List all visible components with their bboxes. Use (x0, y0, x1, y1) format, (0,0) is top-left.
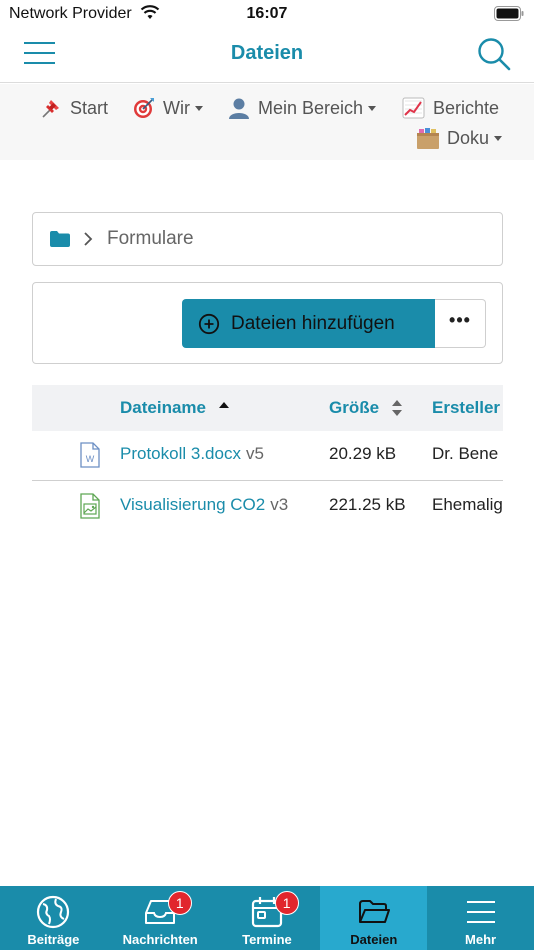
add-files-button[interactable]: Dateien hinzufügen (182, 299, 436, 348)
top-navigation: Dateien (0, 28, 534, 83)
file-name-link[interactable]: Protokoll 3.docx v5 (120, 444, 264, 464)
file-actions: Dateien hinzufügen ••• (32, 282, 503, 364)
tab-mehr[interactable]: Mehr (427, 886, 534, 950)
notification-badge: 1 (274, 891, 299, 915)
chart-icon (402, 97, 425, 119)
tab-dateien[interactable]: Dateien (320, 886, 428, 950)
tab-label: Dateien (350, 932, 398, 947)
menu-icon (466, 901, 495, 923)
user-icon (229, 98, 249, 119)
nav-item-start[interactable]: Start (39, 96, 108, 120)
nav-item-doku[interactable]: Doku (416, 126, 503, 150)
file-version: v5 (245, 444, 264, 463)
more-dots: ••• (449, 310, 471, 330)
more-options-button[interactable]: ••• (435, 299, 486, 348)
table-row[interactable]: Visualisierung CO2 v3 221.25 kB Ehemalig (32, 482, 503, 521)
chevron-down-icon (494, 135, 503, 141)
folder-icon[interactable] (49, 230, 71, 248)
table-header: Dateiname Größe Ersteller (32, 385, 503, 431)
nav-item-wir[interactable]: Wir (132, 96, 203, 120)
word-document-icon: W (80, 442, 100, 468)
column-header-size[interactable]: Größe (329, 398, 403, 418)
clock: 16:07 (246, 5, 288, 22)
tab-termine[interactable]: 1 Termine (214, 886, 321, 950)
target-icon (134, 98, 154, 118)
file-version: v3 (270, 495, 289, 514)
battery-icon (494, 6, 524, 21)
folder-open-icon (358, 900, 390, 923)
sort-icon (392, 400, 403, 416)
file-creator: Ehemalig (432, 495, 503, 514)
globe-icon (37, 895, 70, 929)
tab-label: Termine (242, 932, 292, 947)
chevron-down-icon (194, 105, 203, 111)
file-name-link[interactable]: Visualisierung CO2 v3 (120, 495, 288, 515)
image-file-icon (80, 493, 100, 519)
file-table: Dateiname Größe Ersteller W Protokoll 3.… (32, 385, 503, 521)
page-title: Dateien (230, 42, 304, 64)
nav-item-berichte[interactable]: Berichte (402, 96, 499, 120)
section-navigation: Start Wir Mein Bereich Berichte Doku (0, 84, 534, 160)
file-size: 20.29 kB (329, 444, 397, 463)
plus-circle-icon (198, 313, 220, 334)
svg-text:W: W (86, 454, 95, 464)
column-header-filename[interactable]: Dateiname (120, 398, 230, 418)
box-icon (417, 128, 439, 149)
chevron-down-icon (368, 105, 377, 111)
file-size: 221.25 kB (329, 495, 406, 514)
add-files-label: Dateien hinzufügen (231, 312, 395, 334)
tab-nachrichten[interactable]: 1 Nachrichten (107, 886, 214, 950)
status-bar: Network Provider 16:07 (0, 0, 534, 28)
bottom-tab-bar: Beiträge 1 Nachrichten 1 Termine Dateien (0, 886, 534, 950)
file-creator: Dr. Bene (432, 444, 499, 463)
search-icon[interactable] (476, 36, 512, 72)
chevron-right-icon (84, 232, 93, 246)
sort-ascending-icon (218, 402, 229, 408)
notification-badge: 1 (167, 891, 192, 915)
tab-label: Beiträge (27, 932, 80, 947)
tab-label: Mehr (465, 932, 497, 947)
tab-label: Nachrichten (122, 932, 198, 947)
breadcrumb-current-folder[interactable]: Formulare (107, 228, 194, 250)
tab-beitraege[interactable]: Beiträge (0, 886, 107, 950)
pushpin-icon (42, 100, 59, 118)
breadcrumb: Formulare (32, 212, 503, 266)
table-row[interactable]: W Protokoll 3.docx v5 20.29 kB Dr. Bene (32, 431, 503, 481)
nav-item-mein-bereich[interactable]: Mein Bereich (227, 96, 377, 120)
column-header-creator[interactable]: Ersteller (432, 398, 500, 418)
